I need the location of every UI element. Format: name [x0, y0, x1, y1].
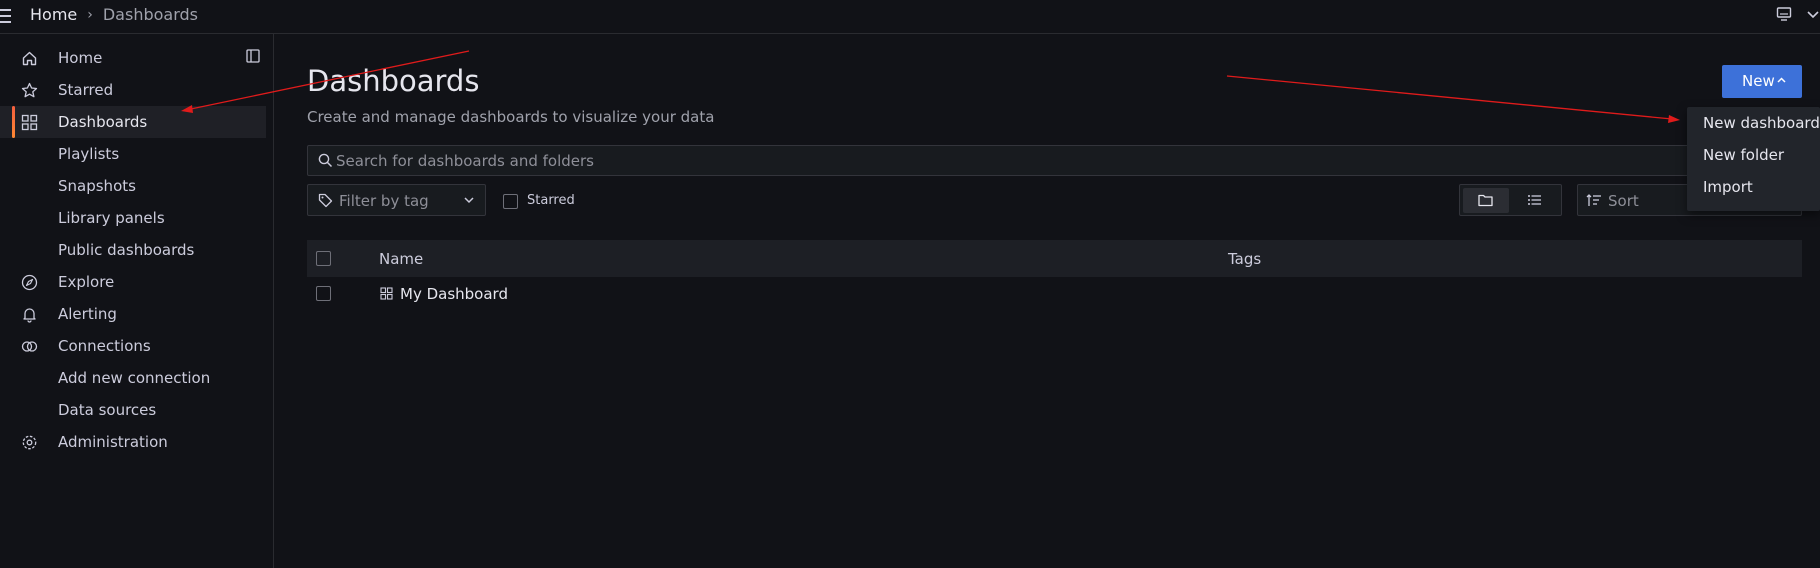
- chevron-down-icon: [464, 197, 474, 204]
- search-icon: [318, 153, 333, 168]
- apps-icon: [380, 287, 393, 300]
- table-header: Name Tags: [307, 240, 1802, 277]
- sidebar-item-label: Data sources: [58, 401, 157, 419]
- bell-icon: [23, 308, 36, 323]
- list-view-button[interactable]: [1512, 188, 1558, 213]
- sidebar-item-data-sources[interactable]: Data sources: [0, 394, 266, 426]
- tag-filter-select[interactable]: Filter by tag: [307, 184, 486, 216]
- sidebar-item-label: Snapshots: [58, 177, 136, 195]
- sidebar-item-label: Library panels: [58, 209, 165, 227]
- sidebar-item-label: Explore: [58, 273, 115, 291]
- sidebar-item-add-new-connection[interactable]: Add new connection: [0, 362, 266, 394]
- search-box: [307, 145, 1802, 176]
- menu-toggle-icon[interactable]: [0, 9, 12, 23]
- sidebar: Home Starred Dashboards Playlists Snapsh…: [0, 34, 274, 568]
- kiosk-mode-icon[interactable]: [1776, 6, 1792, 22]
- chevron-up-icon: [1777, 77, 1786, 83]
- row-checkbox[interactable]: [316, 286, 331, 301]
- menu-item-label: Import: [1703, 178, 1753, 196]
- sidebar-item-starred[interactable]: Starred: [0, 74, 266, 106]
- arrow-to-new-dashboard: [1226, 75, 1680, 123]
- home-icon: [22, 51, 37, 66]
- sidebar-item-administration[interactable]: Administration: [0, 426, 266, 458]
- new-button[interactable]: New: [1722, 65, 1802, 98]
- sort-amount-icon: [1586, 194, 1601, 206]
- sidebar-item-public-dashboards[interactable]: Public dashboards: [0, 234, 266, 266]
- breadcrumb: Home › Dashboards: [30, 5, 198, 24]
- dashboard-link[interactable]: My Dashboard: [400, 285, 508, 303]
- menu-item-import[interactable]: Import: [1687, 171, 1820, 203]
- select-all-checkbox[interactable]: [316, 251, 331, 266]
- new-dropdown-menu: New dashboard New folder Import: [1687, 107, 1820, 211]
- search-input[interactable]: [336, 150, 1736, 172]
- chevron-down-icon[interactable]: [1806, 7, 1820, 21]
- sidebar-item-label: Starred: [58, 81, 114, 99]
- sidebar-item-home[interactable]: Home: [0, 42, 266, 74]
- star-icon: [21, 82, 38, 98]
- column-header-tags: Tags: [1228, 250, 1262, 268]
- sidebar-item-alerting[interactable]: Alerting: [0, 298, 266, 330]
- list-icon: [1528, 195, 1541, 205]
- sidebar-item-dashboards[interactable]: Dashboards: [0, 106, 266, 138]
- cog-icon: [22, 435, 37, 450]
- apps-icon: [21, 114, 38, 131]
- sidebar-item-label: Administration: [58, 433, 168, 451]
- sidebar-item-explore[interactable]: Explore: [0, 266, 266, 298]
- folder-view-button[interactable]: [1463, 188, 1509, 213]
- page-subtitle: Create and manage dashboards to visualiz…: [307, 108, 715, 126]
- new-button-label: New: [1742, 72, 1775, 90]
- starred-checkbox[interactable]: [503, 194, 518, 209]
- menu-item-label: New dashboard: [1703, 114, 1820, 132]
- sidebar-item-label: Home: [58, 49, 103, 67]
- breadcrumb-current: Dashboards: [102, 5, 198, 24]
- breadcrumb-home[interactable]: Home: [30, 5, 77, 24]
- menu-item-new-dashboard[interactable]: New dashboard: [1687, 107, 1820, 139]
- sidebar-item-snapshots[interactable]: Snapshots: [0, 170, 266, 202]
- page-title: Dashboards: [307, 64, 480, 98]
- sidebar-item-label: Alerting: [58, 305, 117, 323]
- tag-icon: [318, 193, 333, 208]
- view-mode-toggle: [1459, 184, 1562, 216]
- link-icon: [21, 341, 38, 352]
- column-header-name: Name: [379, 250, 424, 268]
- sidebar-item-library-panels[interactable]: Library panels: [0, 202, 266, 234]
- sidebar-item-label: Add new connection: [58, 369, 211, 387]
- top-bar: Home › Dashboards: [0, 0, 1820, 34]
- sort-placeholder: Sort: [1608, 192, 1639, 210]
- tag-filter-placeholder: Filter by tag: [339, 192, 429, 210]
- sidebar-item-label: Playlists: [58, 145, 120, 163]
- menu-item-new-folder[interactable]: New folder: [1687, 139, 1820, 171]
- breadcrumb-separator: ›: [87, 6, 93, 23]
- menu-item-label: New folder: [1703, 146, 1785, 164]
- sidebar-item-label: Dashboards: [58, 113, 148, 131]
- table-row[interactable]: My Dashboard: [307, 277, 1802, 312]
- sidebar-item-label: Connections: [58, 337, 151, 355]
- compass-icon: [21, 274, 38, 291]
- sidebar-item-playlists[interactable]: Playlists: [0, 138, 266, 170]
- folder-icon: [1478, 194, 1493, 207]
- sidebar-item-connections[interactable]: Connections: [0, 330, 266, 362]
- sidebar-item-label: Public dashboards: [58, 241, 195, 259]
- starred-label: Starred: [527, 193, 575, 208]
